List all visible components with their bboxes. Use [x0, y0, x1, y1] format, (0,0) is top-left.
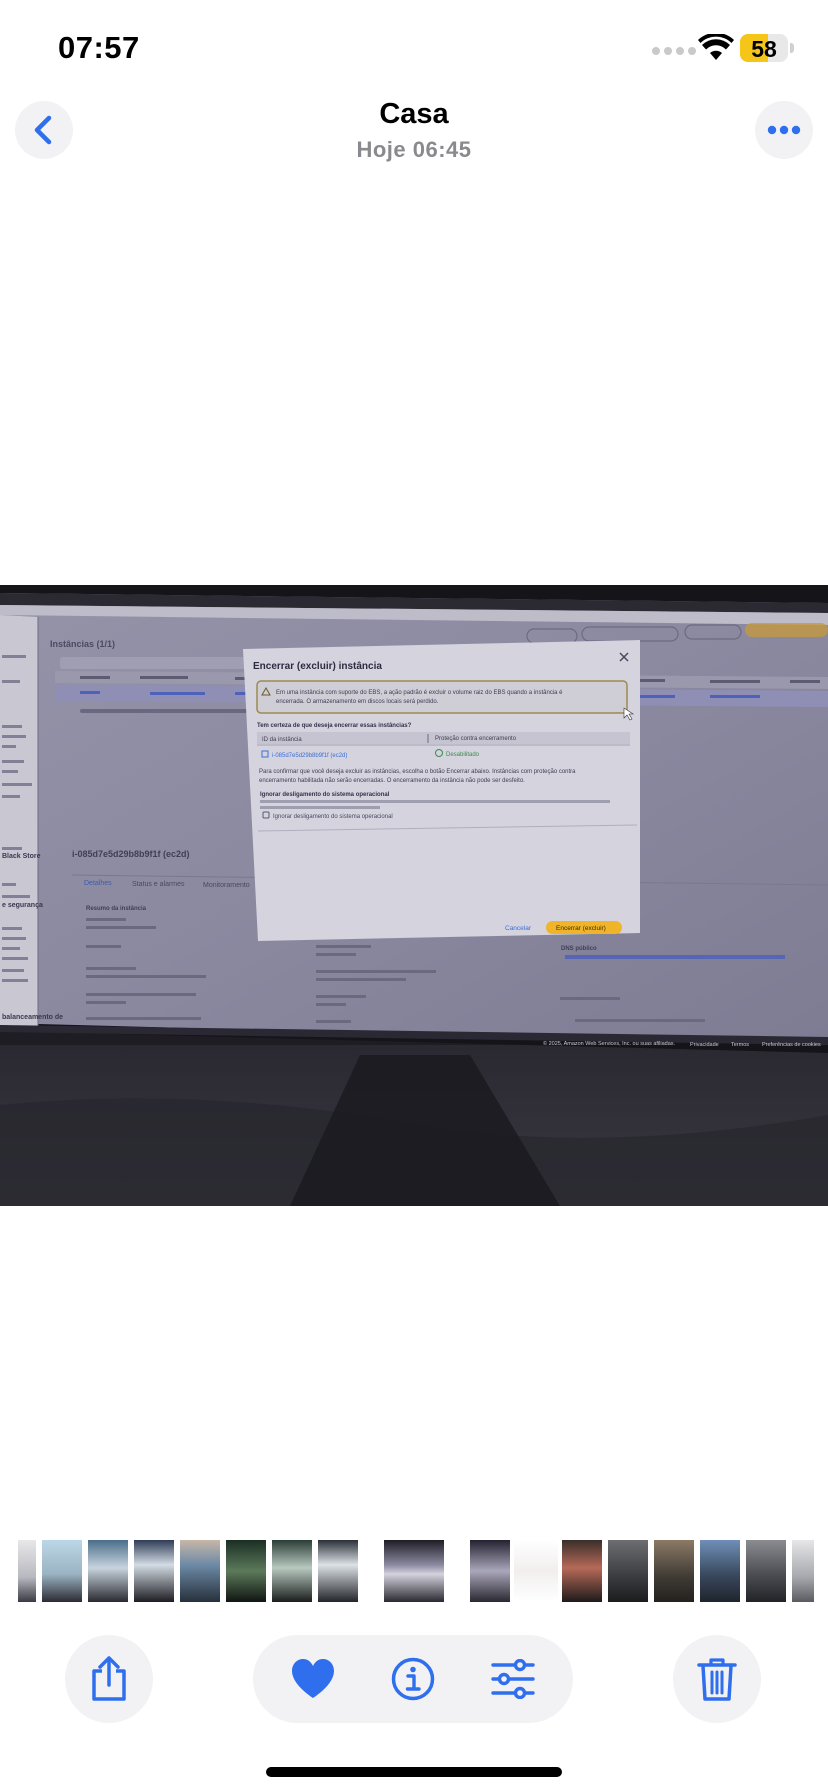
- bg-sidebar-item: balanceamento de: [2, 1014, 63, 1021]
- photo-thumbnail[interactable]: [18, 1540, 36, 1602]
- bg-footer: © 2025, Amazon Web Services, Inc. ou sua…: [543, 1040, 676, 1047]
- photo-thumbnail[interactable]: [272, 1540, 312, 1602]
- bg-tab: Status e alarmes: [132, 881, 185, 888]
- photo-thumbnail[interactable]: [654, 1540, 694, 1602]
- adjust-button[interactable]: [473, 1635, 553, 1723]
- thumbnail-strip[interactable]: [0, 1538, 828, 1604]
- sliders-icon: [491, 1659, 535, 1699]
- confirm-text: Para confirmar que você deseja excluir a…: [259, 769, 576, 775]
- bg-footer-link: Termos: [731, 1042, 749, 1048]
- battery-indicator: 58: [740, 34, 788, 62]
- warning-text: encerrada. O armazenamento em discos loc…: [276, 699, 439, 705]
- confirm-text: encerramento habilitada não serão encerr…: [259, 778, 525, 784]
- status-bar: 07:57 58: [0, 0, 828, 100]
- trash-icon: [697, 1658, 737, 1701]
- battery-level: 58: [751, 36, 777, 62]
- col-instance-id: ID da instância: [262, 737, 302, 743]
- monitor-photo: Black Store e segurança balanceamento de…: [0, 585, 828, 1206]
- bg-footer-link: Privacidade: [690, 1042, 719, 1048]
- photo-thumbnail[interactable]: [562, 1540, 602, 1602]
- bg-sidebar-item: Black Store: [2, 853, 41, 860]
- photo-thumbnail[interactable]: [318, 1540, 358, 1602]
- instance-id-link: i-085d7e5d29b8b9f1f (ec2d): [272, 753, 347, 759]
- bg-instance-heading: i-085d7e5d29b8b9f1f (ec2d): [72, 849, 190, 859]
- photo-thumbnail[interactable]: [608, 1540, 648, 1602]
- delete-button[interactable]: [673, 1635, 761, 1723]
- warning-text: Em uma instância com suporte do EBS, a a…: [276, 690, 563, 696]
- cancel-button: Cancelar: [505, 925, 532, 932]
- status-time: 07:57: [58, 30, 140, 65]
- photo-thumbnail[interactable]: [514, 1540, 558, 1602]
- photo-thumbnail[interactable]: [226, 1540, 266, 1602]
- bg-tab: Detalhes: [84, 880, 112, 887]
- share-icon: [92, 1656, 126, 1701]
- dialog-title: Encerrar (excluir) instância: [253, 661, 382, 672]
- share-button[interactable]: [65, 1635, 153, 1723]
- shutdown-heading: Ignorar desligamento do sistema operacio…: [260, 792, 390, 798]
- info-icon: [391, 1657, 435, 1701]
- photo-thumbnail[interactable]: [382, 1538, 446, 1604]
- album-title: Casa: [379, 98, 449, 130]
- bg-sidebar-item: e segurança: [2, 902, 43, 909]
- more-button[interactable]: [755, 101, 813, 159]
- home-indicator: [266, 1767, 562, 1777]
- bg-summary: Resumo da instância: [86, 906, 147, 912]
- bg-tab: Monitoramento: [203, 882, 250, 889]
- cellular-signal-icon: [652, 47, 696, 55]
- heart-icon: [292, 1659, 334, 1698]
- wifi-icon: [698, 34, 734, 60]
- favorite-button[interactable]: [273, 1635, 353, 1723]
- protection-value: Desabilitado: [446, 752, 480, 758]
- photo-thumbnail[interactable]: [700, 1540, 740, 1602]
- photo-thumbnail[interactable]: [470, 1540, 510, 1602]
- shutdown-checkbox-label: Ignorar desligamento do sistema operacio…: [273, 814, 393, 820]
- photo-viewer[interactable]: Black Store e segurança balanceamento de…: [0, 585, 828, 1206]
- bg-footer-link: Preferências de cookies: [762, 1042, 821, 1048]
- bg-panel-title: Instâncias (1/1): [50, 639, 115, 649]
- photo-thumbnail[interactable]: [42, 1540, 82, 1602]
- ellipsis-icon: [767, 125, 801, 135]
- terminate-button-label: Encerrar (excluir): [556, 925, 606, 932]
- photo-thumbnail[interactable]: [792, 1540, 814, 1602]
- photo-thumbnail[interactable]: [88, 1540, 128, 1602]
- photo-thumbnail[interactable]: [134, 1540, 174, 1602]
- col-protection: Proteção contra encerramento: [435, 736, 517, 742]
- info-button[interactable]: [373, 1635, 453, 1723]
- photo-thumbnail[interactable]: [746, 1540, 786, 1602]
- photo-thumbnail[interactable]: [180, 1540, 220, 1602]
- action-group: [253, 1635, 573, 1723]
- bg-dns-label: DNS público: [561, 946, 597, 952]
- photo-date: Hoje 06:45: [356, 137, 472, 162]
- battery-nub: [790, 43, 794, 53]
- dialog-question: Tem certeza de que deseja encerrar essas…: [257, 723, 412, 729]
